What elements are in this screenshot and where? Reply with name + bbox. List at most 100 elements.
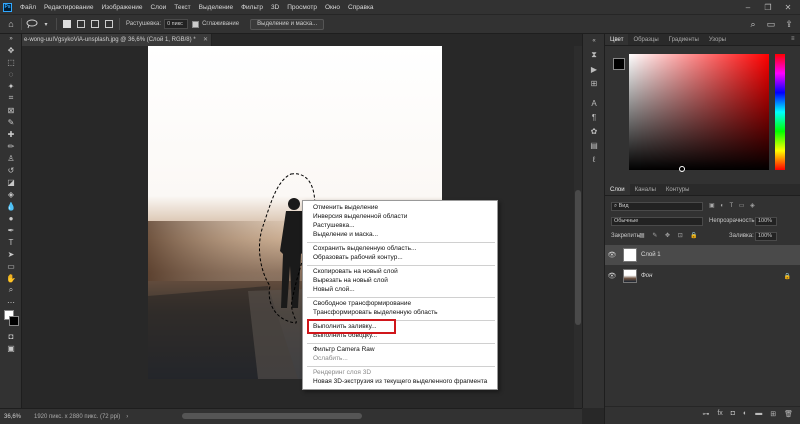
color-picker-marker[interactable] bbox=[679, 166, 685, 172]
menu-item-new-layer[interactable]: Новый слой... bbox=[313, 286, 355, 293]
healing-brush-icon[interactable]: ✚ bbox=[0, 128, 22, 140]
collapse-icon[interactable]: » bbox=[0, 34, 22, 44]
layer-name[interactable]: Слой 1 bbox=[641, 252, 661, 258]
layer-row[interactable]: 👁 Слой 1 bbox=[605, 245, 800, 265]
type-tool-icon[interactable]: T bbox=[0, 236, 22, 248]
color-swatches[interactable] bbox=[0, 308, 21, 330]
menu-layers[interactable]: Слои bbox=[146, 4, 170, 11]
menu-item-save-selection[interactable]: Сохранить выделенную область... bbox=[313, 245, 416, 252]
new-group-icon[interactable]: ▬ bbox=[755, 410, 762, 417]
lock-icons[interactable]: ▦ ✎ ✥ ⊡ 🔒 bbox=[639, 232, 701, 239]
feather-input[interactable]: 0 пикс bbox=[164, 19, 189, 29]
hand-tool-icon[interactable]: ✋ bbox=[0, 272, 22, 284]
background-color[interactable] bbox=[9, 316, 19, 326]
document-tab[interactable]: e-wong-uuIVgsykoViA-unsplash.jpg @ 36,6%… bbox=[22, 34, 212, 46]
paragraph-panel-icon[interactable]: ¶ bbox=[583, 110, 605, 124]
menu-item-deselect[interactable]: Отменить выделение bbox=[313, 204, 378, 211]
add-selection-icon[interactable] bbox=[74, 17, 88, 31]
collapse-panels-icon[interactable]: « bbox=[583, 34, 605, 48]
menu-select[interactable]: Выделение bbox=[195, 4, 237, 11]
close-tab-icon[interactable]: ✕ bbox=[203, 34, 208, 46]
search-icon[interactable]: ⌕ bbox=[746, 17, 760, 31]
home-icon[interactable]: ⌂ bbox=[4, 17, 18, 31]
pen-tool-icon[interactable]: ✒ bbox=[0, 224, 22, 236]
menu-item-free-transform[interactable]: Свободное трансформирование bbox=[313, 300, 411, 307]
menu-3d[interactable]: 3D bbox=[267, 4, 283, 11]
close-window-icon[interactable]: ✕ bbox=[780, 0, 796, 14]
brush-tool-icon[interactable]: ✏ bbox=[0, 140, 22, 152]
menu-item-layer-via-cut[interactable]: Вырезать на новый слой bbox=[313, 277, 388, 284]
chevron-right-icon[interactable]: › bbox=[126, 414, 128, 420]
brush-settings-icon[interactable]: ✿ bbox=[583, 124, 605, 138]
subtract-selection-icon[interactable] bbox=[88, 17, 102, 31]
zoom-level[interactable]: 36,6% bbox=[4, 414, 28, 420]
menu-item-3d-extrusion[interactable]: Новая 3D-экструзия из текущего выделенно… bbox=[313, 378, 487, 385]
menu-window[interactable]: Окно bbox=[321, 4, 344, 11]
visibility-eye-icon[interactable]: 👁 bbox=[605, 272, 619, 280]
character-panel-icon[interactable]: A bbox=[583, 96, 605, 110]
menu-item-layer-via-copy[interactable]: Скопировать на новый слой bbox=[313, 268, 398, 275]
workspace-icon[interactable]: ▭ bbox=[764, 17, 778, 31]
crop-tool-icon[interactable]: ⌗ bbox=[0, 92, 22, 104]
tab-layers[interactable]: Слои bbox=[605, 184, 630, 195]
minimize-icon[interactable]: – bbox=[740, 0, 756, 14]
add-mask-icon[interactable]: ◘ bbox=[731, 410, 735, 417]
tab-channels[interactable]: Каналы bbox=[630, 184, 661, 195]
paint-bucket-icon[interactable]: ◈ bbox=[0, 188, 22, 200]
history-panel-icon[interactable]: ⧗ bbox=[583, 48, 605, 62]
blur-tool-icon[interactable]: 💧 bbox=[0, 200, 22, 212]
libraries-panel-icon[interactable]: ▤ bbox=[583, 138, 605, 152]
visibility-eye-icon[interactable]: 👁 bbox=[605, 251, 619, 259]
select-and-mask-button[interactable]: Выделение и маска... bbox=[250, 18, 325, 30]
screen-mode-icon[interactable]: ▣ bbox=[0, 342, 22, 354]
intersect-selection-icon[interactable] bbox=[102, 17, 116, 31]
move-tool-icon[interactable]: ✥ bbox=[0, 44, 22, 56]
menu-item-feather[interactable]: Растушевка... bbox=[313, 222, 355, 229]
delete-layer-icon[interactable]: 🗑 bbox=[784, 410, 793, 418]
layer-filter-icons[interactable]: ▣ ◐ T ▭ ◈ bbox=[709, 202, 757, 209]
more-tools-icon[interactable]: ⋯ bbox=[0, 296, 22, 308]
eraser-icon[interactable]: ◪ bbox=[0, 176, 22, 188]
blend-mode-select[interactable]: Обычные bbox=[611, 217, 703, 226]
menu-type[interactable]: Текст bbox=[170, 4, 194, 11]
shape-tool-icon[interactable]: ▭ bbox=[0, 260, 22, 272]
menu-view[interactable]: Просмотр bbox=[283, 4, 321, 11]
clone-stamp-icon[interactable]: ♙ bbox=[0, 152, 22, 164]
hue-slider[interactable] bbox=[775, 54, 785, 170]
magic-wand-icon[interactable]: ✦ bbox=[0, 80, 22, 92]
adjustments-panel-icon[interactable]: ⊞ bbox=[583, 76, 605, 90]
foreground-swatch[interactable] bbox=[613, 58, 625, 70]
tab-gradients[interactable]: Градиенты bbox=[664, 34, 704, 45]
layer-style-icon[interactable]: fx bbox=[717, 410, 722, 417]
adjustment-layer-icon[interactable]: ◐ bbox=[743, 410, 747, 417]
menu-file[interactable]: Файл bbox=[16, 4, 40, 11]
color-picker-field[interactable] bbox=[629, 54, 769, 172]
menu-item-select-mask[interactable]: Выделение и маска... bbox=[313, 231, 378, 238]
lasso-tool-icon[interactable] bbox=[25, 17, 39, 31]
opacity-input[interactable]: 100% bbox=[755, 217, 777, 226]
menu-item-make-work-path[interactable]: Образовать рабочий контур... bbox=[313, 254, 403, 261]
tab-swatches[interactable]: Образцы bbox=[628, 34, 663, 45]
zoom-tool-icon[interactable]: ⌕ bbox=[0, 284, 22, 296]
tab-patterns[interactable]: Узоры bbox=[704, 34, 731, 45]
menu-help[interactable]: Справка bbox=[344, 4, 378, 11]
properties-panel-icon[interactable]: ▶ bbox=[583, 62, 605, 76]
path-selection-icon[interactable]: ➤ bbox=[0, 248, 22, 260]
layer-filter-select[interactable]: ⌕ Вид bbox=[611, 202, 703, 211]
history-brush-icon[interactable]: ↺ bbox=[0, 164, 22, 176]
panel-menu-icon[interactable]: ≡ bbox=[791, 36, 795, 42]
menu-item-camera-raw[interactable]: Фильтр Camera Raw bbox=[313, 346, 375, 353]
chevron-down-icon[interactable]: ▾ bbox=[39, 17, 53, 31]
dodge-tool-icon[interactable]: ● bbox=[0, 212, 22, 224]
share-icon[interactable]: ⇪ bbox=[782, 17, 796, 31]
link-layers-icon[interactable]: ⊶ bbox=[702, 410, 709, 418]
tab-color[interactable]: Цвет bbox=[605, 34, 629, 45]
menu-edit[interactable]: Редактирование bbox=[40, 4, 98, 11]
menu-item-transform-selection[interactable]: Трансформировать выделенную область bbox=[313, 309, 438, 316]
restore-icon[interactable]: ❐ bbox=[760, 0, 776, 14]
menu-filter[interactable]: Фильтр bbox=[237, 4, 267, 11]
lasso-tool-icon[interactable]: ◌ bbox=[0, 68, 22, 80]
eyedropper-icon[interactable]: ✎ bbox=[0, 116, 22, 128]
horizontal-scroll-thumb[interactable] bbox=[182, 413, 362, 419]
new-layer-icon[interactable]: ⊞ bbox=[770, 410, 776, 418]
